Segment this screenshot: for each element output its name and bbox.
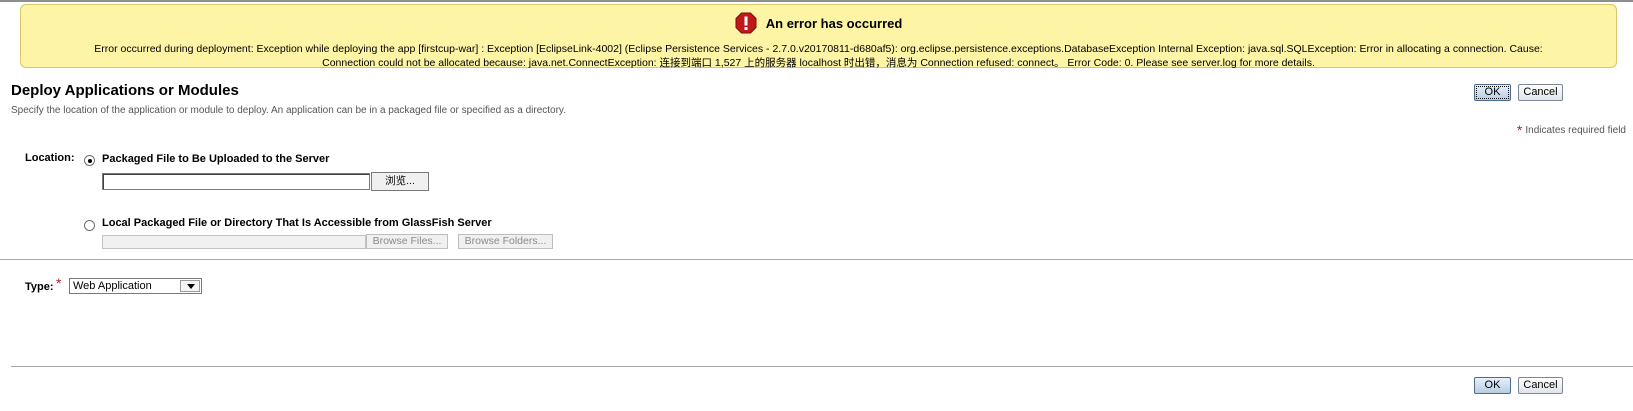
required-note-text: Indicates required field	[1525, 125, 1626, 136]
top-border	[0, 0, 1633, 2]
section-divider	[0, 259, 1633, 260]
local-path-input[interactable]	[102, 235, 366, 249]
alert-message: Error occurred during deployment: Except…	[31, 42, 1606, 70]
browse-button[interactable]: 浏览...	[371, 172, 429, 191]
radio-upload[interactable]	[84, 155, 95, 166]
required-field-note: * Indicates required field	[1517, 122, 1626, 138]
location-label: Location:	[25, 152, 75, 164]
page-help-text: Specify the location of the application …	[11, 105, 566, 116]
option-local-label[interactable]: Local Packaged File or Directory That Is…	[102, 217, 492, 229]
alert-message-line2: Connection could not be allocated becaus…	[322, 57, 1315, 69]
alert-title: An error has occurred	[765, 15, 903, 31]
browse-folders-button[interactable]: Browse Folders...	[458, 234, 553, 249]
type-select-value: Web Application	[73, 280, 152, 292]
browse-files-button[interactable]: Browse Files...	[366, 234, 448, 249]
radio-local[interactable]	[84, 220, 95, 231]
alert-message-line1: Error occurred during deployment: Except…	[94, 43, 1543, 55]
alert-header: An error has occurred	[21, 12, 1616, 34]
upload-file-input[interactable]	[102, 173, 370, 190]
footer-divider	[11, 366, 1633, 367]
error-icon	[735, 12, 757, 34]
ok-button-top[interactable]: OK	[1474, 84, 1511, 101]
option-upload-label[interactable]: Packaged File to Be Uploaded to the Serv…	[102, 153, 329, 165]
type-label: Type:	[25, 281, 54, 293]
required-star-icon: *	[1516, 122, 1523, 138]
page-title: Deploy Applications or Modules	[11, 82, 239, 99]
chevron-down-icon[interactable]	[180, 280, 200, 292]
type-required-star-icon: *	[56, 275, 62, 291]
ok-button-bottom[interactable]: OK	[1474, 377, 1511, 394]
cancel-button-bottom[interactable]: Cancel	[1518, 377, 1563, 394]
error-alert: An error has occurred Error occurred dur…	[20, 4, 1617, 70]
type-select[interactable]: Web Application	[69, 278, 202, 294]
cancel-button-top[interactable]: Cancel	[1518, 84, 1563, 101]
